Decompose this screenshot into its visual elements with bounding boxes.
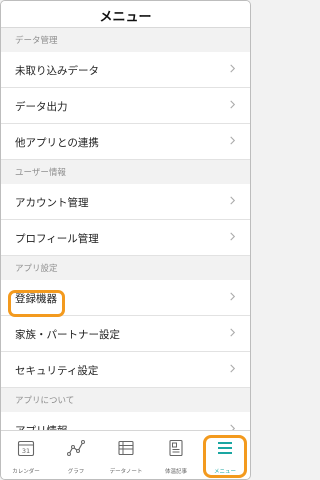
data-note-icon	[118, 440, 134, 456]
section-title: アプリ設定	[15, 264, 58, 274]
tab-article[interactable]: 体温記事	[152, 431, 200, 479]
menu-item-label: 他アプリとの連携	[15, 137, 99, 149]
chevron-right-icon	[230, 328, 236, 337]
chevron-right-icon	[230, 232, 236, 241]
section-title: ユーザー情報	[15, 168, 66, 178]
calendar-icon: 31	[17, 440, 35, 457]
tab-label: メニュー	[213, 469, 236, 475]
tab-calendar[interactable]: 31 カレンダー	[2, 431, 50, 479]
menu-item-label: アカウント管理	[15, 197, 89, 209]
menu-item-label: 家族・パートナー設定	[15, 329, 120, 341]
tab-graph[interactable]: グラフ	[52, 431, 100, 479]
tab-label: 体温記事	[164, 469, 187, 475]
menu-item-app-integration[interactable]: 他アプリとの連携	[1, 124, 250, 160]
tab-data-note[interactable]: データノート	[102, 431, 150, 479]
tab-label: カレンダー	[12, 469, 40, 475]
menu-item-family-partner[interactable]: 家族・パートナー設定	[1, 316, 250, 352]
article-icon	[169, 439, 183, 457]
tab-menu[interactable]: メニュー	[201, 431, 249, 479]
menu-item-label: データ出力	[15, 101, 68, 113]
chevron-right-icon	[230, 364, 236, 373]
menu-item-profile[interactable]: プロフィール管理	[1, 220, 250, 256]
header: メニュー	[1, 1, 250, 28]
menu-item-label: 未取り込みデータ	[15, 65, 99, 77]
menu-item-registered-devices[interactable]: 登録機器	[1, 280, 250, 316]
app-frame: メニュー データ管理 未取り込みデータ データ出力 他アプリとの連携 ユーザー情…	[0, 0, 251, 480]
menu-item-data-export[interactable]: データ出力	[1, 88, 250, 124]
page-title: メニュー	[99, 10, 152, 25]
tab-bar: 31 カレンダー グラフ データノート 体温記事 メニュー	[1, 430, 250, 479]
chevron-right-icon	[230, 64, 236, 73]
chevron-right-icon	[230, 292, 236, 301]
menu-icon	[218, 442, 232, 454]
graph-icon	[67, 440, 85, 456]
calendar-day: 31	[22, 447, 30, 455]
menu-item-account[interactable]: アカウント管理	[1, 184, 250, 220]
menu-item-label: セキュリティ設定	[15, 365, 99, 377]
tab-label: グラフ	[67, 469, 85, 475]
section-header-about: アプリについて	[1, 388, 250, 412]
chevron-right-icon	[230, 100, 236, 109]
menu-item-label: プロフィール管理	[15, 233, 99, 245]
chevron-right-icon	[230, 196, 236, 205]
menu-item-security[interactable]: セキュリティ設定	[1, 352, 250, 388]
section-title: アプリについて	[15, 396, 75, 406]
menu-item-unimported-data[interactable]: 未取り込みデータ	[1, 52, 250, 88]
section-header-data: データ管理	[1, 28, 250, 52]
section-title: データ管理	[15, 36, 58, 46]
chevron-right-icon	[230, 136, 236, 145]
section-header-app-settings: アプリ設定	[1, 256, 250, 280]
tab-label: データノート	[109, 469, 143, 475]
menu-item-label: 登録機器	[15, 293, 57, 305]
section-header-user: ユーザー情報	[1, 160, 250, 184]
